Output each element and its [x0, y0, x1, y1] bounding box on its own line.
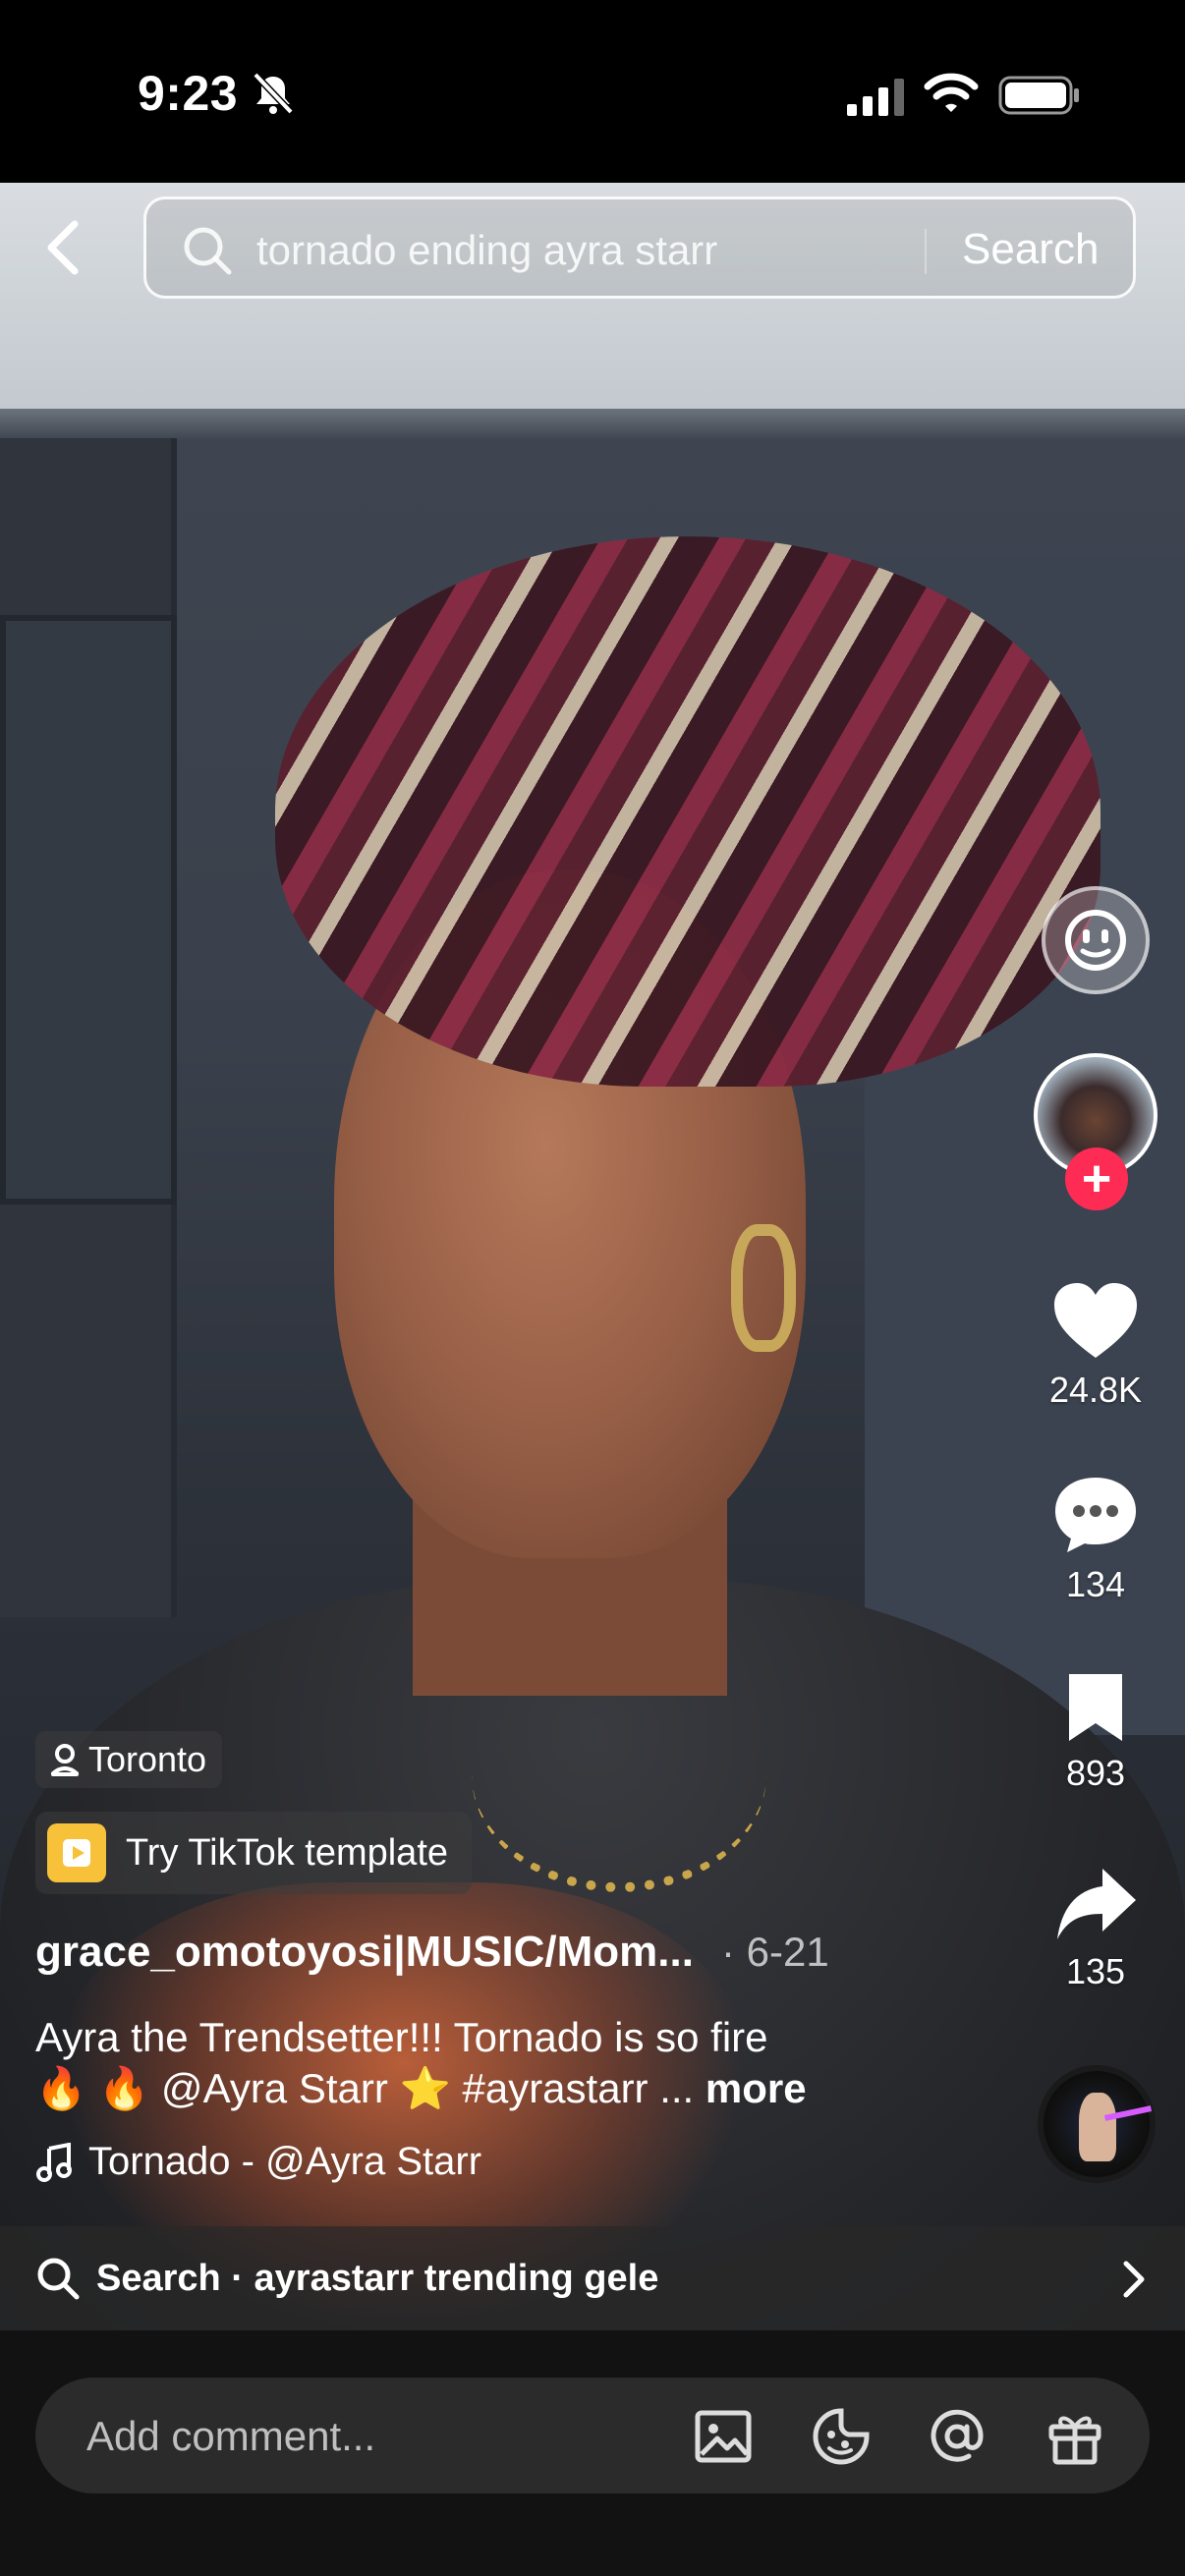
heart-icon	[1054, 1283, 1137, 1358]
share-count: 135	[1065, 1951, 1126, 1991]
back-button[interactable]	[39, 218, 86, 277]
post-date: · 6-21	[720, 1929, 829, 1975]
status-time: 9:23	[138, 66, 239, 121]
location-tag[interactable]: Toronto	[35, 1731, 223, 1788]
comment-bar: Add comment...	[0, 2330, 1185, 2576]
video-background-door-panel	[0, 615, 177, 1204]
share-button[interactable]: 135	[1032, 1865, 1159, 1992]
mention-icon[interactable]	[926, 2405, 988, 2468]
music-info[interactable]: Tornado - @Ayra Starr	[35, 2140, 481, 2184]
bookmark-icon	[1069, 1674, 1122, 1741]
video-person-gele	[275, 536, 1100, 1087]
video-person-necklace	[472, 1656, 766, 1892]
author-username[interactable]: grace_omotoyosi|MUSIC/Mom...	[35, 1928, 694, 1977]
favorite-button[interactable]: 893	[1032, 1670, 1159, 1794]
chevron-right-icon	[1123, 2261, 1145, 2298]
bell-off-icon	[253, 72, 294, 115]
search-icon	[184, 227, 232, 275]
gift-icon[interactable]	[1044, 2405, 1106, 2468]
comment-button[interactable]: 134	[1032, 1474, 1159, 1605]
music-note-icon	[36, 2142, 72, 2182]
comment-input[interactable]: Add comment...	[35, 2378, 1150, 2493]
caption-line-2: 🔥 🔥 @Ayra Starr ⭐ #ayrastarr ...	[35, 2065, 695, 2111]
share-arrow-icon	[1057, 1869, 1136, 1939]
music-title: Tornado - @Ayra Starr	[88, 2140, 482, 2183]
search-input[interactable]: tornado ending ayra starr	[256, 227, 717, 274]
like-count: 24.8K	[1048, 1370, 1143, 1410]
search-button[interactable]: Search	[962, 225, 1099, 274]
caption: Ayra the Trendsetter!!! Tornado is so fi…	[35, 2012, 979, 2114]
battery-icon	[998, 76, 1079, 115]
template-icon	[47, 1823, 106, 1882]
search-bar[interactable]: tornado ending ayra starr Search	[143, 196, 1136, 299]
location-pin-icon	[51, 1744, 79, 1776]
template-label: Try TikTok template	[126, 1831, 449, 1874]
author-row: grace_omotoyosi|MUSIC/Mom... · 6-21	[35, 1928, 829, 1977]
search-divider	[925, 229, 927, 274]
cellular-signal-icon	[847, 79, 904, 116]
face-effect-icon	[1065, 910, 1126, 971]
related-search-label: Search · ayrastarr trending gele	[96, 2257, 659, 2299]
effect-button[interactable]	[1042, 886, 1150, 994]
author-avatar[interactable]: +	[1030, 1053, 1161, 1210]
music-disc[interactable]	[1038, 2065, 1156, 2183]
follow-button[interactable]: +	[1065, 1148, 1128, 1210]
comment-count: 134	[1065, 1564, 1126, 1604]
image-icon[interactable]	[692, 2405, 755, 2468]
wifi-icon	[924, 73, 979, 112]
like-button[interactable]: 24.8K	[1032, 1279, 1159, 1411]
video-person-earring	[731, 1224, 796, 1352]
sticker-icon[interactable]	[810, 2405, 873, 2468]
video-player[interactable]	[0, 183, 1185, 2330]
caption-more-button[interactable]: more	[705, 2065, 807, 2111]
search-icon	[37, 2258, 80, 2300]
comment-placeholder: Add comment...	[86, 2413, 376, 2459]
caption-line-1: Ayra the Trendsetter!!! Tornado is so fi…	[35, 2014, 768, 2060]
related-search-bar[interactable]: Search · ayrastarr trending gele	[0, 2226, 1185, 2330]
location-label: Toronto	[88, 1739, 207, 1779]
status-bar: 9:23	[0, 0, 1185, 183]
chevron-left-icon	[47, 220, 79, 275]
disc-cover-figure	[1079, 2093, 1116, 2161]
favorite-count: 893	[1065, 1753, 1126, 1793]
template-button[interactable]: Try TikTok template	[35, 1812, 473, 1894]
comment-bubble-icon	[1055, 1478, 1136, 1552]
